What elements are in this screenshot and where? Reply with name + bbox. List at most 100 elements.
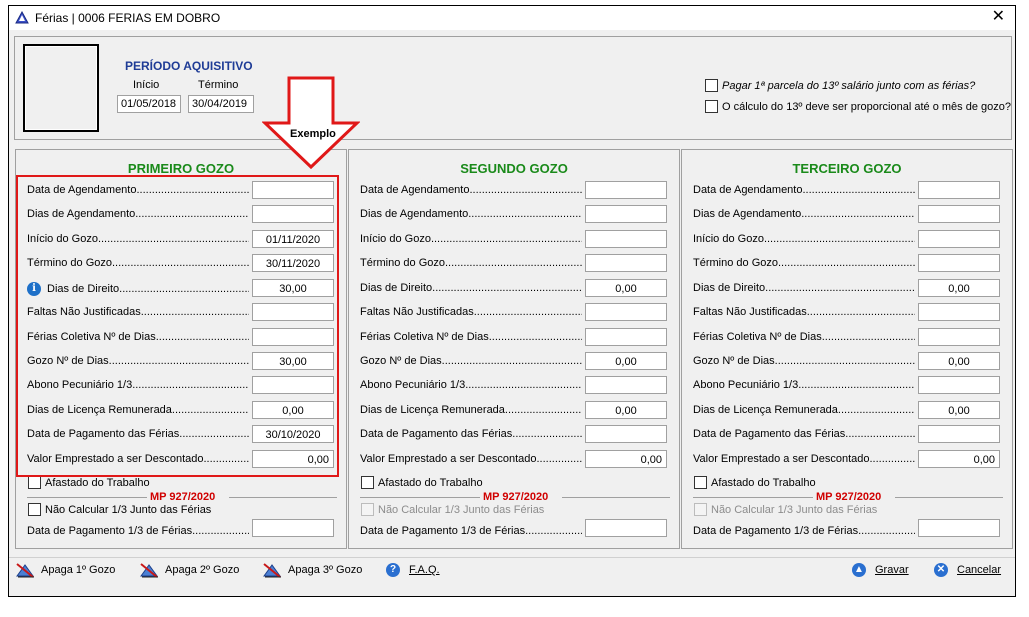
field-data-pag-13-1[interactable] bbox=[252, 519, 334, 537]
label-data-pagamento: Data de Pagamento das Férias............… bbox=[693, 428, 915, 440]
field-data-pag-13-2[interactable] bbox=[585, 519, 667, 537]
label-data-agendamento: Data de Agendamento.....................… bbox=[693, 184, 915, 196]
close-button[interactable]: ✕ bbox=[992, 9, 1005, 25]
afastado-row[interactable]: Afastado do Trabalho bbox=[28, 476, 150, 489]
label-text: Férias Coletiva Nº de Dias bbox=[693, 331, 822, 343]
leader-dots: ........................................… bbox=[488, 331, 582, 343]
faq-button[interactable]: ? F.A.Q. bbox=[386, 563, 440, 577]
field-dias-agendamento-3[interactable] bbox=[918, 205, 1000, 223]
label-termino-gozo: Término do Gozo.........................… bbox=[360, 257, 582, 269]
field-inicio-gozo-3[interactable] bbox=[918, 230, 1000, 248]
afastado-row[interactable]: Afastado do Trabalho bbox=[694, 476, 816, 489]
label-valor-emprestado: Valor Emprestado a ser Descontado.......… bbox=[693, 453, 915, 465]
label-data-agendamento: Data de Agendamento.....................… bbox=[360, 184, 582, 196]
field-faltas-2[interactable] bbox=[585, 303, 667, 321]
leader-dots: ........................................… bbox=[430, 233, 582, 245]
cancelar-button[interactable]: ✕ Cancelar bbox=[934, 563, 1001, 577]
apaga-2-gozo-button[interactable]: Apaga 2º Gozo bbox=[139, 562, 239, 578]
window-title: Férias | 0006 FERIAS EM DOBRO bbox=[35, 11, 221, 25]
label-text: Dias de Agendamento bbox=[360, 208, 469, 220]
field-gozo-dias-3[interactable]: 0,00 bbox=[918, 352, 1000, 370]
field-ferias-coletiva-3[interactable] bbox=[918, 328, 1000, 346]
label-text: Gozo Nº de Dias bbox=[360, 355, 442, 367]
field-data-pagamento-2[interactable] bbox=[585, 425, 667, 443]
nao-calcular-row[interactable]: Não Calcular 1/3 Junto das Férias bbox=[694, 503, 877, 516]
field-data-pagamento-3[interactable] bbox=[918, 425, 1000, 443]
gravar-button[interactable]: ▲ Gravar bbox=[852, 563, 909, 577]
field-valor-emprestado-3[interactable]: 0,00 bbox=[918, 450, 1000, 468]
label-text: Data de Agendamento bbox=[360, 184, 470, 196]
field-data-agendamento-3[interactable] bbox=[918, 181, 1000, 199]
apaga-3-gozo-button[interactable]: Apaga 3º Gozo bbox=[262, 562, 362, 578]
leader-dots: ........................................… bbox=[765, 282, 915, 294]
afastado-checkbox[interactable] bbox=[28, 476, 41, 489]
field-inicio-gozo-2[interactable] bbox=[585, 230, 667, 248]
field-data-pag-13-3[interactable] bbox=[918, 519, 1000, 537]
leader-dots: ........................................… bbox=[763, 233, 915, 245]
pagar-13-checkbox[interactable] bbox=[705, 79, 718, 92]
title-bar: Férias | 0006 FERIAS EM DOBRO ✕ bbox=[9, 6, 1015, 30]
afastado-row[interactable]: Afastado do Trabalho bbox=[361, 476, 483, 489]
field-termino-gozo-2[interactable] bbox=[585, 254, 667, 272]
field-abono-3[interactable] bbox=[918, 376, 1000, 394]
erase-gozo-icon bbox=[140, 563, 158, 578]
proporcional-13-checkbox[interactable] bbox=[705, 100, 718, 113]
pagar-13-row[interactable]: Pagar 1ª parcela do 13º salário junto co… bbox=[705, 79, 975, 92]
field-valor-emprestado-2[interactable]: 0,00 bbox=[585, 450, 667, 468]
afastado-checkbox[interactable] bbox=[361, 476, 374, 489]
label-inicio-gozo: Início do Gozo..........................… bbox=[693, 233, 915, 245]
inicio-aquisitivo-field[interactable]: 01/05/2018 bbox=[117, 95, 181, 113]
pagar-13-label: Pagar 1ª parcela do 13º salário junto co… bbox=[722, 79, 976, 92]
label-text: Dias de Licença Remunerada bbox=[693, 404, 838, 416]
field-faltas-3[interactable] bbox=[918, 303, 1000, 321]
label-text: Início do Gozo bbox=[693, 233, 764, 245]
label-licenca: Dias de Licença Remunerada..............… bbox=[360, 404, 582, 416]
leader-dots: ........................................… bbox=[821, 331, 915, 343]
field-termino-gozo-3[interactable] bbox=[918, 254, 1000, 272]
proporcional-13-row[interactable]: O cálculo do 13º deve ser proporcional a… bbox=[705, 100, 1011, 113]
nao-calcular-checkbox[interactable] bbox=[28, 503, 41, 516]
field-dias-direito-3[interactable]: 0,00 bbox=[918, 279, 1000, 297]
mp-separator bbox=[693, 497, 813, 498]
field-licenca-2[interactable]: 0,00 bbox=[585, 401, 667, 419]
nao-calcular-checkbox[interactable] bbox=[694, 503, 707, 516]
termino-aquisitivo-field[interactable]: 30/04/2019 bbox=[188, 95, 254, 113]
label-faltas: Faltas Não Justificadas.................… bbox=[360, 306, 582, 318]
label-text: Gozo Nº de Dias bbox=[693, 355, 775, 367]
nao-calcular-row[interactable]: Não Calcular 1/3 Junto das Férias bbox=[361, 503, 544, 516]
label-ferias-coletiva: Férias Coletiva Nº de Dias..............… bbox=[360, 331, 582, 343]
leader-dots: ........................................… bbox=[869, 453, 916, 465]
apaga-1-gozo-button[interactable]: Apaga 1º Gozo bbox=[15, 562, 115, 578]
afastado-checkbox[interactable] bbox=[694, 476, 707, 489]
label-data-pag-13: Data de Pagamento 1/3 de Férias.........… bbox=[693, 525, 915, 537]
field-licenca-3[interactable]: 0,00 bbox=[918, 401, 1000, 419]
field-gozo-dias-2[interactable]: 0,00 bbox=[585, 352, 667, 370]
label-text: Data de Pagamento das Férias bbox=[360, 428, 513, 440]
leader-dots: ........................................… bbox=[801, 208, 915, 220]
gravar-label: Gravar bbox=[875, 564, 909, 576]
leader-dots: ........................................… bbox=[192, 525, 249, 537]
label-termino-gozo: Término do Gozo.........................… bbox=[693, 257, 915, 269]
erase-gozo-icon bbox=[16, 563, 34, 578]
field-dias-agendamento-2[interactable] bbox=[585, 205, 667, 223]
field-ferias-coletiva-2[interactable] bbox=[585, 328, 667, 346]
label-text: Valor Emprestado a ser Descontado bbox=[360, 453, 537, 465]
label-abono: Abono Pecuniário 1/3....................… bbox=[360, 379, 582, 391]
label-dias-direito: Dias de Direito.........................… bbox=[360, 282, 582, 294]
field-data-agendamento-2[interactable] bbox=[585, 181, 667, 199]
field-dias-direito-2[interactable]: 0,00 bbox=[585, 279, 667, 297]
leader-dots: ........................................… bbox=[806, 306, 915, 318]
nao-calcular-row[interactable]: Não Calcular 1/3 Junto das Férias bbox=[28, 503, 211, 516]
label-text: Abono Pecuniário 1/3 bbox=[360, 379, 466, 391]
save-icon: ▲ bbox=[852, 563, 866, 577]
leader-dots: ........................................… bbox=[536, 453, 583, 465]
label-text: Data de Agendamento bbox=[693, 184, 803, 196]
label-text: Abono Pecuniário 1/3 bbox=[693, 379, 799, 391]
proporcional-13-label: O cálculo do 13º deve ser proporcional a… bbox=[722, 100, 1011, 113]
label-text: Término do Gozo bbox=[360, 257, 445, 269]
nao-calcular-checkbox[interactable] bbox=[361, 503, 374, 516]
label-text: Início do Gozo bbox=[360, 233, 431, 245]
label-text: Data de Pagamento 1/3 de Férias bbox=[27, 525, 193, 537]
field-abono-2[interactable] bbox=[585, 376, 667, 394]
leader-dots: ........................................… bbox=[468, 208, 582, 220]
